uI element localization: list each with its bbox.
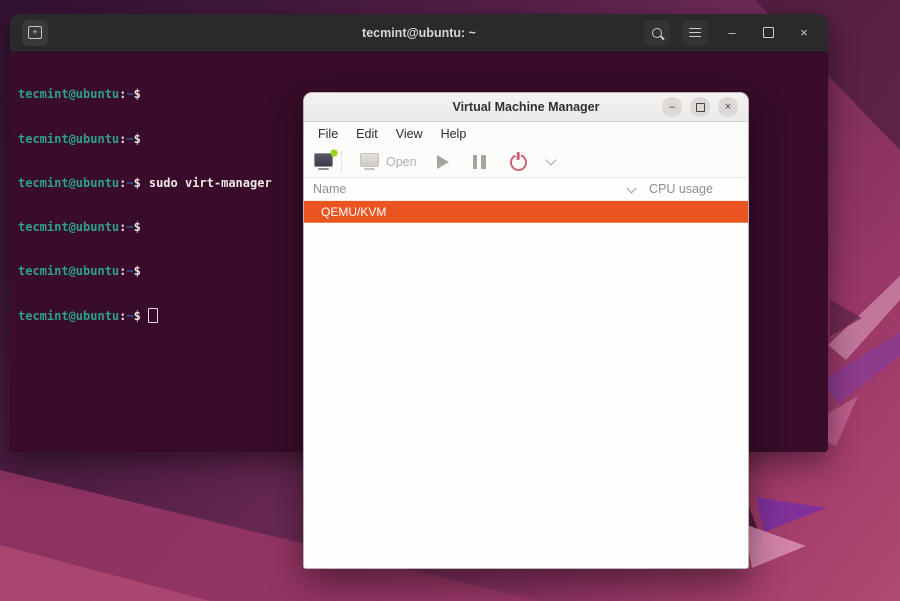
terminal-cursor <box>148 308 158 323</box>
vmm-close-button[interactable]: × <box>718 97 738 117</box>
open-button-label: Open <box>386 155 417 169</box>
maximize-icon <box>763 27 774 38</box>
new-vm-monitor-icon <box>314 153 333 167</box>
menu-view[interactable]: View <box>387 124 432 144</box>
vmm-window-controls: – × <box>662 97 748 117</box>
new-tab-button[interactable]: + <box>22 20 48 46</box>
run-vm-button[interactable] <box>425 155 461 169</box>
new-tab-icon: + <box>28 26 42 39</box>
sort-chevron-icon[interactable] <box>627 183 637 193</box>
open-button[interactable]: Open <box>352 153 425 171</box>
pause-vm-button[interactable] <box>461 155 498 169</box>
shutdown-dropdown-button[interactable] <box>539 159 555 164</box>
menu-help[interactable]: Help <box>432 124 476 144</box>
vmm-menubar: File Edit View Help <box>304 122 748 146</box>
vm-list-empty-area[interactable] <box>304 223 748 568</box>
shutdown-vm-button[interactable] <box>498 152 539 171</box>
column-header-name[interactable]: Name <box>313 182 628 196</box>
search-button[interactable] <box>644 20 670 46</box>
search-icon <box>652 28 662 38</box>
terminal-header-actions: – × <box>644 20 816 46</box>
terminal-close-button[interactable]: × <box>792 21 816 45</box>
pause-icon <box>473 155 486 169</box>
hamburger-menu-icon <box>689 28 701 38</box>
power-icon <box>510 154 527 171</box>
open-monitor-icon <box>360 153 379 167</box>
connection-row-qemu-kvm[interactable]: QEMU/KVM <box>304 201 748 223</box>
vmm-maximize-button[interactable] <box>690 97 710 117</box>
maximize-icon <box>696 103 705 112</box>
new-vm-star-icon <box>329 148 339 158</box>
new-vm-button[interactable] <box>314 153 333 171</box>
chevron-down-icon <box>545 154 556 165</box>
menu-edit[interactable]: Edit <box>347 124 387 144</box>
terminal-titlebar[interactable]: + tecmint@ubuntu: ~ – × <box>10 14 828 52</box>
toolbar-separator <box>341 151 342 173</box>
vmm-window: Virtual Machine Manager – × File Edit Vi… <box>303 92 749 569</box>
column-header-cpu-usage[interactable]: CPU usage <box>649 182 748 196</box>
typed-command: sudo virt-manager <box>141 176 272 190</box>
vmm-minimize-button[interactable]: – <box>662 97 682 117</box>
menu-file[interactable]: File <box>309 124 347 144</box>
terminal-maximize-button[interactable] <box>756 21 780 45</box>
play-icon <box>437 155 449 169</box>
terminal-minimize-button[interactable]: – <box>720 21 744 45</box>
menu-button[interactable] <box>682 20 708 46</box>
connection-name-label: QEMU/KVM <box>321 205 386 219</box>
vmm-toolbar: Open <box>304 146 748 178</box>
vm-list-header: Name CPU usage <box>304 178 748 201</box>
vmm-titlebar[interactable]: Virtual Machine Manager – × <box>304 93 748 122</box>
